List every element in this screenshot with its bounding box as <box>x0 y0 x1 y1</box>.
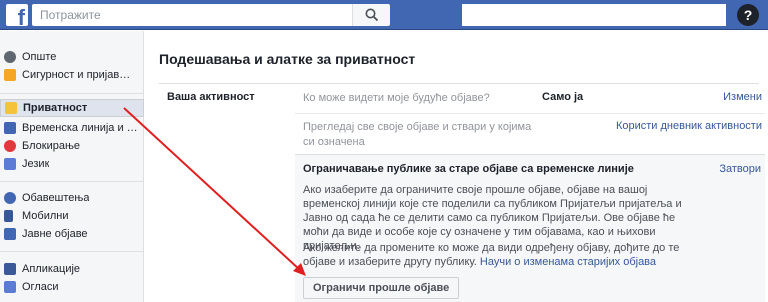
sidebar-divider <box>0 181 144 182</box>
activity-log-link[interactable]: Користи дневник активности <box>616 120 762 132</box>
section-label: Ваша активност <box>167 91 255 103</box>
sidebar-divider <box>0 251 144 252</box>
setting-question: Прегледај све своје објаве и ствари у ко… <box>303 121 532 148</box>
limit-past-posts-button[interactable]: Ограничи прошле објаве <box>303 277 460 299</box>
sidebar-item-security[interactable]: Сигурност и пријављив... <box>0 66 144 84</box>
sidebar-item-notifications[interactable]: Обавештења <box>0 189 144 207</box>
sidebar-item-label: Апликације <box>22 263 81 275</box>
mobile-icon <box>4 210 13 222</box>
row-divider <box>295 113 765 114</box>
sidebar-item-label: Језик <box>22 158 50 170</box>
page-title: Подешавања и алатке за приватност <box>159 51 416 67</box>
section-title: Ограничавање публике за старе објаве са … <box>303 163 634 175</box>
sidebar-item-ads[interactable]: Огласи <box>0 278 144 296</box>
block-icon <box>4 140 16 152</box>
edit-link[interactable]: Измени <box>723 91 762 103</box>
sidebar-item-label: Мобилни <box>22 210 69 222</box>
search-button[interactable] <box>352 4 390 26</box>
help-button[interactable]: ? <box>737 4 759 26</box>
setting-question: Ко може видети моје будуће објаве? <box>303 92 490 104</box>
setting-value: Само ја <box>542 91 584 103</box>
limit-past-posts-section: Ограничавање публике за старе објаве са … <box>295 154 765 302</box>
facebook-logo-icon[interactable]: f <box>6 4 28 29</box>
sidebar-item-mobile[interactable]: Мобилни <box>0 207 144 225</box>
title-divider <box>159 83 759 84</box>
sidebar-item-apps[interactable]: Апликације <box>0 260 144 278</box>
sidebar-item-public-posts[interactable]: Јавне објаве <box>0 225 144 243</box>
ads-icon <box>4 281 16 293</box>
sidebar-item-label: Обавештења <box>22 192 90 204</box>
rss-icon <box>4 228 16 240</box>
sidebar-item-timeline[interactable]: Временска линија и оз... <box>0 119 144 137</box>
gear-icon <box>4 51 16 63</box>
sidebar-item-label: Јавне објаве <box>22 228 88 240</box>
lock-icon <box>5 102 17 114</box>
sidebar-item-label: Сигурност и пријављив... <box>22 69 140 81</box>
privacy-settings-panel: Подешавања и алатке за приватност Ваша а… <box>145 31 768 302</box>
sidebar-item-general[interactable]: Опште <box>0 48 144 66</box>
close-link[interactable]: Затвори <box>719 163 761 175</box>
search-input[interactable] <box>32 4 352 26</box>
sidebar-item-label: Приватност <box>23 102 88 114</box>
profile-area[interactable] <box>462 4 726 26</box>
sidebar-divider <box>0 93 144 94</box>
sidebar-item-label: Блокирање <box>22 140 81 152</box>
sidebar-item-privacy[interactable]: Приватност <box>0 99 144 117</box>
globe-icon <box>4 192 16 204</box>
help-text: Ако желите да промените ко може да види … <box>303 241 703 269</box>
sidebar-item-blocking[interactable]: Блокирање <box>0 137 144 155</box>
shield-icon <box>4 69 16 81</box>
timeline-icon <box>4 122 16 134</box>
sidebar-item-label: Огласи <box>22 281 59 293</box>
apps-icon <box>4 263 16 275</box>
language-icon <box>4 158 16 170</box>
sidebar-item-label: Опште <box>22 51 57 63</box>
sidebar-item-label: Временска линија и оз... <box>22 122 140 134</box>
search-icon <box>365 8 379 22</box>
sidebar-item-language[interactable]: Језик <box>0 155 144 173</box>
top-navigation-bar: f ? <box>0 0 768 30</box>
learn-more-link[interactable]: Научи о изменама старијих објава <box>480 256 656 268</box>
settings-sidebar: Опште Сигурност и пријављив... Приватнос… <box>0 31 144 302</box>
